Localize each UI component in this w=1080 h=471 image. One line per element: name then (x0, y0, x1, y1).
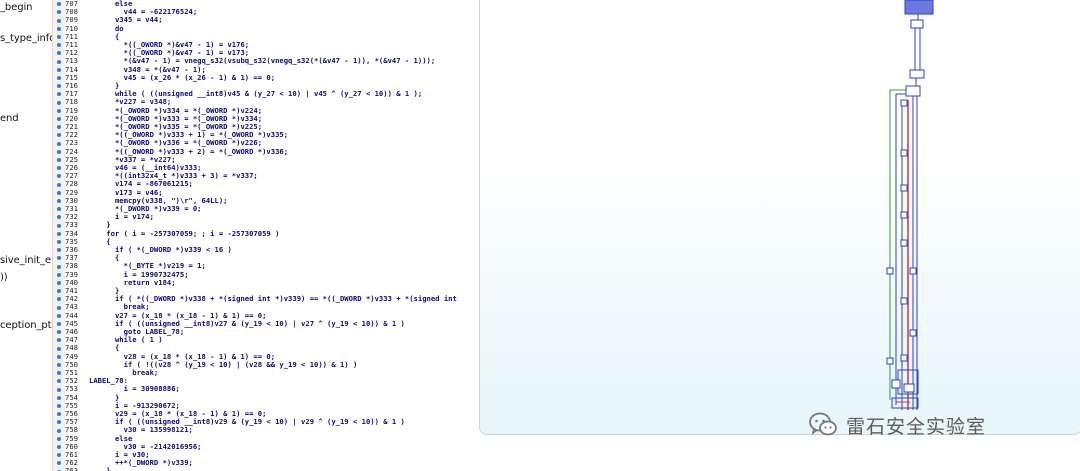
breakpoint-dot-icon[interactable] (57, 108, 61, 113)
breakpoint-dot-icon[interactable] (57, 330, 61, 335)
breakpoint-dot-icon[interactable] (57, 444, 61, 449)
breakpoint-dot-icon[interactable] (57, 412, 61, 417)
breakpoint-dot-icon[interactable] (57, 223, 61, 228)
function-list-item[interactable]: end (0, 113, 19, 124)
breakpoint-dot-icon[interactable] (57, 321, 61, 326)
graph-block[interactable] (909, 267, 917, 275)
watermark: 雷石安全实验室 (808, 408, 986, 442)
breakpoint-dot-icon[interactable] (57, 371, 61, 376)
breakpoint-dot-icon[interactable] (57, 420, 61, 425)
breakpoint-dot-icon[interactable] (57, 141, 61, 146)
breakpoint-dot-icon[interactable] (57, 461, 61, 466)
breakpoint-dot-icon[interactable] (57, 248, 61, 253)
function-list-item[interactable]: sive_init_e (0, 255, 51, 266)
control-flow-graph (886, 0, 934, 410)
breakpoint-dot-icon[interactable] (57, 428, 61, 433)
breakpoint-dot-icon[interactable] (57, 157, 61, 162)
code-line: 734 for ( i = -257307059; ; i = -2573070… (53, 228, 475, 238)
breakpoint-dot-icon[interactable] (57, 305, 61, 310)
breakpoint-dot-icon[interactable] (57, 289, 61, 294)
function-list-item[interactable]: s_type_info (0, 33, 52, 44)
graph-block[interactable] (900, 211, 908, 219)
breakpoint-dot-icon[interactable] (57, 166, 61, 171)
graph-entry-block[interactable] (904, 0, 934, 15)
code-line: 763 } (53, 467, 475, 471)
function-list-item[interactable]: ception_pt (0, 320, 52, 331)
breakpoint-dot-icon[interactable] (57, 338, 61, 343)
breakpoint-dot-icon[interactable] (57, 182, 61, 187)
breakpoint-dot-icon[interactable] (57, 231, 61, 236)
graph-block[interactable] (886, 357, 894, 365)
breakpoint-dot-icon[interactable] (57, 403, 61, 408)
breakpoint-dot-icon[interactable] (57, 149, 61, 154)
breakpoint-dot-icon[interactable] (57, 67, 61, 72)
graph-block[interactable] (900, 149, 908, 157)
graph-block[interactable] (900, 239, 908, 247)
breakpoint-dot-icon[interactable] (57, 297, 61, 302)
breakpoint-dot-icon[interactable] (57, 346, 61, 351)
line-number: 763 (65, 466, 78, 471)
watermark-text: 雷石安全实验室 (846, 415, 987, 438)
graph-block[interactable] (886, 267, 894, 275)
function-list-panel: _begin s_type_infoend sive_init_e)) ception… (0, 0, 53, 471)
graph-block[interactable] (900, 354, 908, 362)
graph-block[interactable] (900, 297, 908, 305)
breakpoint-dot-icon[interactable] (57, 92, 61, 97)
pseudocode-view[interactable]: 707 else 708 v44 = -622176524; 709 v345 = … (53, 0, 475, 471)
breakpoint-dot-icon[interactable] (57, 272, 61, 277)
graph-block[interactable] (909, 69, 925, 79)
breakpoint-dot-icon[interactable] (57, 51, 61, 56)
code-line: 762 ++*(_DWORD *)v339; (53, 458, 475, 467)
breakpoint-dot-icon[interactable] (57, 75, 61, 80)
graph-block[interactable] (900, 184, 908, 192)
breakpoint-dot-icon[interactable] (57, 239, 61, 244)
breakpoint-dot-icon[interactable] (57, 453, 61, 458)
graph-block[interactable] (905, 85, 921, 97)
breakpoint-dot-icon[interactable] (57, 59, 61, 64)
breakpoint-dot-icon[interactable] (57, 256, 61, 261)
breakpoint-dot-icon[interactable] (57, 100, 61, 105)
breakpoint-dot-icon[interactable] (57, 207, 61, 212)
code-text: } (89, 466, 111, 471)
breakpoint-dot-icon[interactable] (57, 362, 61, 367)
code-text: for ( i = -257307059; ; i = -257307059 ) (89, 228, 280, 238)
breakpoint-dot-icon[interactable] (57, 198, 61, 203)
breakpoint-dot-icon[interactable] (57, 436, 61, 441)
function-list-item[interactable]: _begin (0, 2, 32, 13)
breakpoint-dot-icon[interactable] (57, 190, 61, 195)
graph-block[interactable] (910, 19, 924, 29)
graph-block[interactable] (891, 379, 901, 389)
wechat-icon (809, 412, 837, 436)
breakpoint-dot-icon[interactable] (57, 313, 61, 318)
graph-block[interactable] (909, 329, 917, 337)
breakpoint-dot-icon[interactable] (57, 116, 61, 121)
control-flow-graph-panel[interactable] (479, 0, 1080, 435)
breakpoint-dot-icon[interactable] (57, 395, 61, 400)
breakpoint-dot-icon[interactable] (57, 133, 61, 138)
breakpoint-dot-icon[interactable] (57, 43, 61, 48)
breakpoint-dot-icon[interactable] (57, 354, 61, 359)
graph-block[interactable] (900, 99, 908, 107)
breakpoint-dot-icon[interactable] (57, 379, 61, 384)
breakpoint-dot-icon[interactable] (57, 84, 61, 89)
graph-block[interactable] (903, 383, 915, 393)
breakpoint-dot-icon[interactable] (57, 387, 61, 392)
breakpoint-dot-icon[interactable] (57, 174, 61, 179)
breakpoint-dot-icon[interactable] (57, 18, 61, 23)
breakpoint-dot-icon[interactable] (57, 215, 61, 220)
breakpoint-dot-icon[interactable] (57, 10, 61, 15)
breakpoint-dot-icon[interactable] (57, 2, 61, 7)
breakpoint-dot-icon[interactable] (57, 34, 61, 39)
breakpoint-dot-icon[interactable] (57, 26, 61, 31)
breakpoint-dot-icon[interactable] (57, 125, 61, 130)
code-line: 732 i = v174; (53, 212, 475, 221)
breakpoint-dot-icon[interactable] (57, 264, 61, 269)
breakpoint-dot-icon[interactable] (57, 280, 61, 285)
function-list-item[interactable]: )) (0, 272, 8, 283)
